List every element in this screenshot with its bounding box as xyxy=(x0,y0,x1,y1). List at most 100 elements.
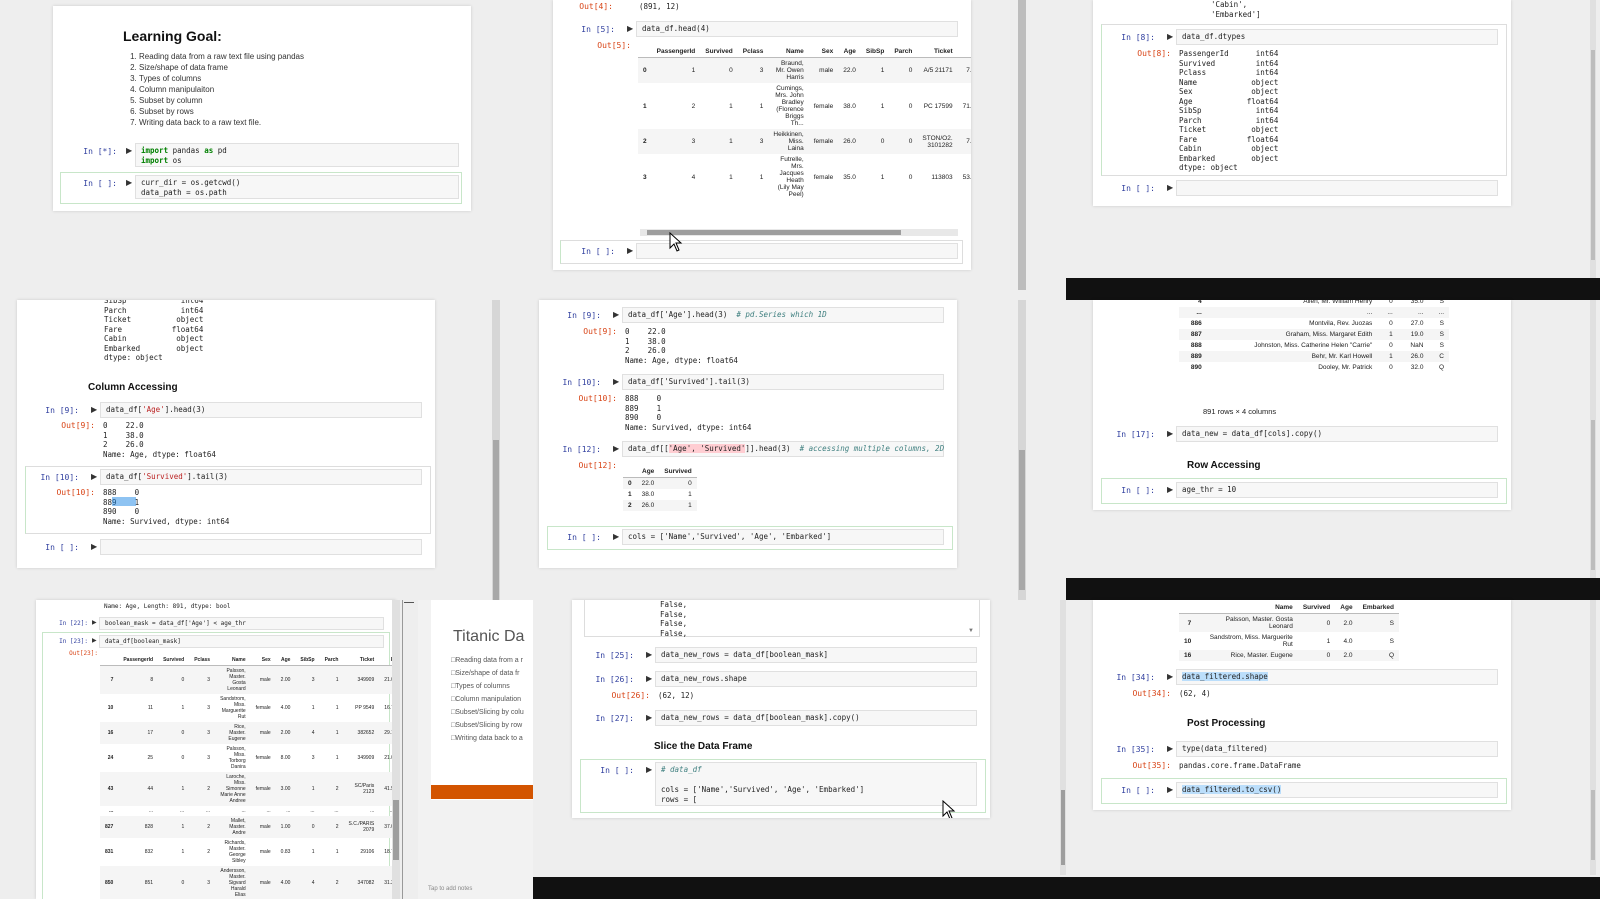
table-cell: Futrelle, Mrs. Jacques Heath (Lily May P… xyxy=(777,156,804,198)
run-cell-icon[interactable]: ▶ xyxy=(646,765,652,774)
code-cell-to-csv[interactable]: data_filtered.to_csv() xyxy=(1176,782,1498,798)
code-cell-shape[interactable]: data_filtered.shape xyxy=(1176,669,1498,685)
scrollbar-thumb[interactable] xyxy=(1591,50,1595,260)
run-cell-icon[interactable]: ▶ xyxy=(627,24,633,33)
table-row: 2 3 1 3 Heikkinen, Miss. Laina female 26.0 0 0 ST… xyxy=(638,129,971,154)
table-cell: Montvila, Rev. Juozas xyxy=(1309,320,1373,327)
goal-item: Subset by rows xyxy=(139,106,304,117)
slide-notes[interactable]: Tap to add notes xyxy=(428,886,472,892)
columns-tail: 'Cabin', 'Embarked'] xyxy=(1211,0,1261,19)
run-cell-icon[interactable]: ▶ xyxy=(92,637,97,644)
out-prompt: Out[35]: xyxy=(1132,761,1171,770)
run-cell-icon[interactable]: ▶ xyxy=(646,674,652,683)
scrollbar-thumb[interactable] xyxy=(1591,420,1595,570)
scrollbar-thumb[interactable] xyxy=(493,440,499,600)
table-row: 887 Graham, Miss. Margaret Edith 1 19.0 S xyxy=(1179,329,1449,340)
table-cell: 4 xyxy=(1198,300,1202,305)
scrollbar-thumb[interactable] xyxy=(1019,450,1025,590)
table-cell: 2 xyxy=(638,129,652,154)
scrollbar-thumb[interactable] xyxy=(1061,790,1065,865)
run-cell-icon[interactable]: ▶ xyxy=(1167,785,1173,794)
table-cell: 890 xyxy=(1190,364,1202,371)
empty-code-cell[interactable] xyxy=(1176,180,1498,196)
table-row: 24 25 0 3 Palsson, Miss. Torborg Danira femal… xyxy=(100,744,396,772)
panel-column-accessing: SibSp int64 Parch int64 Ticket object Fa… xyxy=(17,300,435,568)
table-cell: 0 xyxy=(889,57,918,83)
code-cell-cols[interactable]: cols = ['Name','Survived', 'Age', 'Embar… xyxy=(622,529,944,545)
column-header: Age xyxy=(275,655,296,666)
table-cell: 29106 xyxy=(360,849,375,855)
panel-divider-scrollbar[interactable] xyxy=(1018,0,1026,290)
run-cell-icon[interactable]: ▶ xyxy=(126,178,132,187)
run-cell-icon[interactable]: ▶ xyxy=(646,713,652,722)
run-cell-icon[interactable]: ▶ xyxy=(91,542,97,551)
table-cell: C xyxy=(1428,351,1449,362)
code-cell-copy[interactable]: data_new_rows = data_df[boolean_mask].co… xyxy=(655,710,977,726)
run-cell-icon[interactable]: ▶ xyxy=(613,532,619,541)
run-cell-icon[interactable]: ▶ xyxy=(126,146,132,155)
table-cell: 3 xyxy=(311,755,315,761)
code-cell-shape[interactable]: data_new_rows.shape xyxy=(655,671,977,687)
table-cell: 2 xyxy=(623,500,637,511)
empty-code-cell[interactable] xyxy=(100,539,422,555)
table-cell: 16 xyxy=(100,722,119,744)
run-cell-icon[interactable]: ▶ xyxy=(1167,744,1173,753)
code-cell-import[interactable]: import pandas as pd import os xyxy=(135,143,459,167)
output-scroll-box[interactable] xyxy=(584,600,980,637)
out-prompt: Out[10]: xyxy=(578,394,617,403)
table-row: 0 1 0 3 Braund, Mr. Owen Harris male 22.0 1 0 A/5… xyxy=(638,57,971,83)
scroll-down-icon[interactable]: ▼ xyxy=(968,628,974,634)
table-cell: ... xyxy=(266,808,271,814)
slide-bullet: □Types of columns xyxy=(451,683,510,690)
table-header-row: Name Survived Age Embarked xyxy=(1179,602,1399,614)
code-cell-survived[interactable]: data_df['Survived'].tail(3) xyxy=(100,469,422,485)
code-cell-multi[interactable]: data_df[['Age', 'Survived']].head(3) # a… xyxy=(622,441,944,457)
table-cell: 7 xyxy=(100,665,119,694)
code-cell-survived[interactable]: data_df['Survived'].tail(3) xyxy=(622,374,944,390)
run-cell-icon[interactable]: ▶ xyxy=(91,405,97,414)
out-prompt: Out[9]: xyxy=(61,421,95,430)
run-cell-icon[interactable]: ▶ xyxy=(1167,32,1173,41)
run-cell-icon[interactable]: ▶ xyxy=(91,472,97,481)
code-cell-age[interactable]: data_df['Age'].head(3) # pd.Series which… xyxy=(622,307,944,323)
table-cell: 4.00 xyxy=(275,866,296,899)
scrollbar-thumb[interactable] xyxy=(393,800,399,860)
code-cell-head[interactable]: data_df.head(4) xyxy=(636,21,958,37)
empty-code-cell[interactable] xyxy=(636,243,958,259)
run-cell-icon[interactable]: ▶ xyxy=(613,377,619,386)
run-cell-icon[interactable]: ▶ xyxy=(1167,485,1173,494)
code-cell-filter[interactable]: data_df[boolean_mask] xyxy=(99,635,384,648)
run-cell-icon[interactable]: ▶ xyxy=(1167,429,1173,438)
table-cell: 27.0 xyxy=(1410,320,1424,327)
scrollbar-thumb[interactable] xyxy=(647,230,901,235)
table-cell: 10 xyxy=(107,705,114,711)
run-cell-icon[interactable]: ▶ xyxy=(92,619,97,626)
column-header: Sex xyxy=(250,655,276,666)
run-cell-icon[interactable]: ▶ xyxy=(613,310,619,319)
cell-prompt: In [22]: xyxy=(59,620,88,627)
slide-accent-bar xyxy=(431,785,533,799)
table-cell: A/5 21171 xyxy=(917,57,958,83)
run-cell-icon[interactable]: ▶ xyxy=(1167,183,1173,192)
out-prompt: Out[23]: xyxy=(69,650,98,657)
table-row: ............... xyxy=(1179,307,1449,318)
table-cell: 3 xyxy=(189,722,216,744)
table-cell: 1.00 xyxy=(275,816,296,838)
table-cell: S xyxy=(1439,342,1444,349)
run-cell-icon[interactable]: ▶ xyxy=(646,650,652,659)
code-cell-path[interactable]: curr_dir = os.getcwd() data_path = os.pa… xyxy=(135,175,459,199)
code-cell-dtypes[interactable]: data_df.dtypes xyxy=(1176,29,1498,45)
code-cell-age-thr[interactable]: age_thr = 10 xyxy=(1176,482,1498,498)
code-cell-rows[interactable]: data_new_rows = data_df[boolean_mask] xyxy=(655,647,977,663)
run-cell-icon[interactable]: ▶ xyxy=(613,444,619,453)
code-cell-copy[interactable]: data_new = data_df[cols].copy() xyxy=(1176,426,1498,442)
code-cell-type[interactable]: type(data_filtered) xyxy=(1176,741,1498,757)
run-cell-icon[interactable]: ▶ xyxy=(627,246,633,255)
code-cell-age[interactable]: data_df['Age'].head(3) xyxy=(100,402,422,418)
code-cell-slice[interactable]: # data_df cols = ['Name','Survived', 'Ag… xyxy=(655,762,977,806)
run-cell-icon[interactable]: ▶ xyxy=(1167,672,1173,681)
table-cell: female xyxy=(813,173,834,181)
scrollbar-thumb[interactable] xyxy=(1591,790,1595,860)
code-cell-mask[interactable]: boolean_mask = data_df['Age'] < age_thr xyxy=(99,617,384,630)
table-cell: 2 xyxy=(691,102,696,110)
